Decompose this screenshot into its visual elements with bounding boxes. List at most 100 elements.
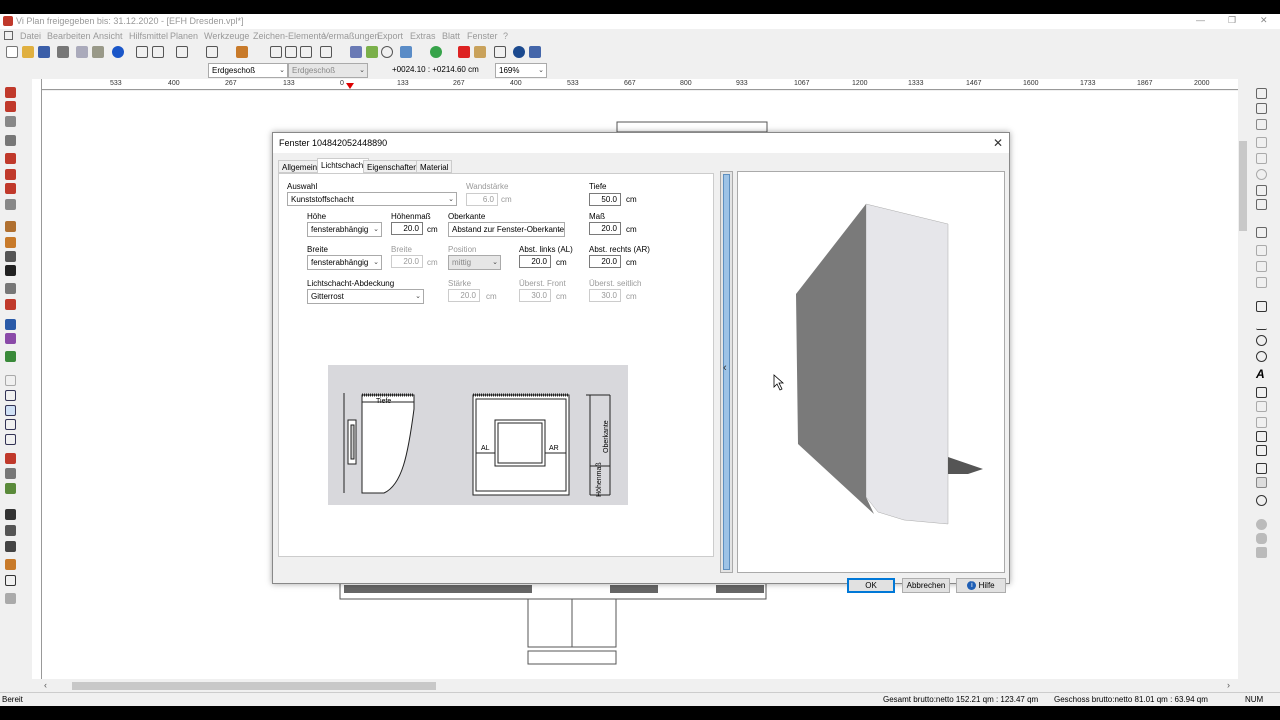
arrow-icon[interactable] <box>1256 463 1267 474</box>
oberkante-select[interactable]: Abstand zur Fenster-Oberkante ⌄ <box>448 222 565 237</box>
mirror-icon[interactable] <box>1256 199 1267 210</box>
menu-extras[interactable]: Extras <box>410 31 436 41</box>
palette-icon[interactable] <box>1256 495 1267 506</box>
image-tool-icon[interactable] <box>5 351 16 362</box>
zoom-out-icon[interactable] <box>285 46 297 58</box>
new-file-icon[interactable] <box>6 46 18 58</box>
preview-splitter[interactable]: ‹ <box>720 171 733 573</box>
document-icon[interactable] <box>1256 301 1267 312</box>
line-tool-icon[interactable] <box>5 251 16 262</box>
delete-icon[interactable] <box>458 46 470 58</box>
breite-select[interactable]: fensterabhängig ⌄ <box>307 255 382 270</box>
hoehe-select[interactable]: fensterabhängig ⌄ <box>307 222 382 237</box>
cross-icon[interactable] <box>1256 277 1267 288</box>
slab-tool-icon[interactable] <box>5 199 16 210</box>
house-icon[interactable] <box>152 46 164 58</box>
print-icon[interactable] <box>57 46 69 58</box>
frame-tool-icon[interactable] <box>5 575 16 586</box>
abst-rechts-field[interactable]: 20.0 <box>589 255 621 268</box>
settings-icon[interactable] <box>494 46 506 58</box>
scroll-right-icon[interactable]: › <box>1227 680 1230 690</box>
floor-select[interactable]: Erdgeschoß ⌄ <box>208 63 288 78</box>
layout-icon[interactable] <box>206 46 218 58</box>
abst-links-field[interactable]: 20.0 <box>519 255 551 268</box>
circle-icon[interactable] <box>1256 335 1267 346</box>
view-side-icon[interactable] <box>1256 119 1267 130</box>
rotate-icon[interactable] <box>1256 169 1267 180</box>
paste-icon[interactable] <box>92 46 104 58</box>
move-icon[interactable] <box>1256 153 1267 164</box>
pen-tool-icon[interactable] <box>5 509 16 520</box>
euro-icon[interactable] <box>513 46 525 58</box>
terrain-tool-icon[interactable] <box>5 483 16 494</box>
horizontal-scrollbar[interactable]: ‹ › <box>32 679 1238 692</box>
zoom-in-icon[interactable] <box>270 46 282 58</box>
roof-tool-icon[interactable] <box>5 135 16 146</box>
close-icon[interactable]: ✕ <box>993 136 1003 150</box>
abdeckung-select[interactable]: Gitterrost ⌄ <box>307 289 424 304</box>
window-tool-icon[interactable] <box>5 169 16 180</box>
grid-icon[interactable] <box>136 46 148 58</box>
auswahl-select[interactable]: Kunststoffschacht ⌄ <box>287 192 457 206</box>
note-tool-icon[interactable] <box>5 559 16 570</box>
menu-vermassungen[interactable]: Vermaßungen <box>323 31 380 41</box>
zoom-select[interactable]: 169% ⌄ <box>495 63 547 78</box>
mass-field[interactable]: 20.0 <box>589 222 621 235</box>
building-icon[interactable] <box>236 46 248 58</box>
measure-tool-icon[interactable] <box>5 541 16 552</box>
database-icon[interactable] <box>529 46 541 58</box>
house2-icon[interactable] <box>176 46 188 58</box>
menu-werkzeuge[interactable]: Werkzeuge <box>204 31 249 41</box>
stamp-tool-icon[interactable] <box>5 593 16 604</box>
close-window-button[interactable]: ✕ <box>1260 15 1268 26</box>
dim-icon[interactable] <box>1256 445 1267 456</box>
save-icon[interactable] <box>38 46 50 58</box>
dimension-tool-icon[interactable] <box>5 468 16 479</box>
fill-icon[interactable] <box>1256 401 1267 412</box>
sphere-icon[interactable] <box>1256 519 1267 530</box>
collapse-arrow-icon[interactable]: ‹ <box>723 362 727 374</box>
maximize-button[interactable]: ❐ <box>1228 15 1236 26</box>
vertical-scrollbar[interactable] <box>1238 91 1248 691</box>
cube-icon[interactable] <box>1256 547 1267 558</box>
trim-icon[interactable] <box>1256 245 1267 256</box>
wall2-tool-icon[interactable] <box>5 101 16 112</box>
pen-icon[interactable] <box>1256 387 1267 398</box>
green-circle-icon[interactable] <box>430 46 442 58</box>
symbol-tool-icon[interactable] <box>5 299 16 310</box>
text-tool-icon[interactable] <box>5 265 16 276</box>
target-icon[interactable] <box>381 46 393 58</box>
cylinder-icon[interactable] <box>1256 533 1267 544</box>
extend-icon[interactable] <box>1256 261 1267 272</box>
window-r-icon[interactable] <box>5 434 16 445</box>
window-b-icon[interactable] <box>5 405 16 416</box>
export-icon[interactable] <box>474 46 486 58</box>
minimize-button[interactable]: — <box>1196 15 1205 25</box>
hoehenmass-field[interactable]: 20.0 <box>391 222 423 235</box>
hatch-icon[interactable] <box>1256 417 1267 428</box>
wall-tool-icon[interactable] <box>5 87 16 98</box>
3d-preview[interactable] <box>737 171 1005 573</box>
select-tool-icon[interactable] <box>5 375 16 386</box>
stair-tool-icon[interactable] <box>5 153 16 164</box>
eraser-tool-icon[interactable] <box>5 525 16 536</box>
paint-tool-icon[interactable] <box>5 237 16 248</box>
snap-icon[interactable] <box>1256 185 1267 196</box>
tab-eigenschaften[interactable]: Eigenschaften <box>363 160 422 173</box>
menu-ansicht[interactable]: Ansicht <box>93 31 123 41</box>
help-button[interactable]: i Hilfe <box>956 578 1006 593</box>
scroll-thumb[interactable] <box>1239 141 1247 231</box>
menu-fenster[interactable]: Fenster <box>467 31 498 41</box>
cancel-button[interactable]: Abbrechen <box>902 578 950 593</box>
tab-lichtschacht[interactable]: Lichtschacht <box>317 158 370 173</box>
menu-zeichen-elemente[interactable]: Zeichen-Elemente <box>253 31 326 41</box>
scroll-thumb[interactable] <box>72 682 436 690</box>
menu-datei[interactable]: Datei <box>20 31 41 41</box>
pan-hand-icon[interactable] <box>320 46 332 58</box>
layer-tool-icon[interactable] <box>5 319 16 330</box>
tab-material[interactable]: Material <box>416 160 453 173</box>
scroll-left-icon[interactable]: ‹ <box>44 680 47 690</box>
menu-hilfsmittel[interactable]: Hilfsmittel <box>129 31 168 41</box>
info-icon[interactable] <box>112 46 124 58</box>
menu-help[interactable]: ? <box>503 31 508 41</box>
